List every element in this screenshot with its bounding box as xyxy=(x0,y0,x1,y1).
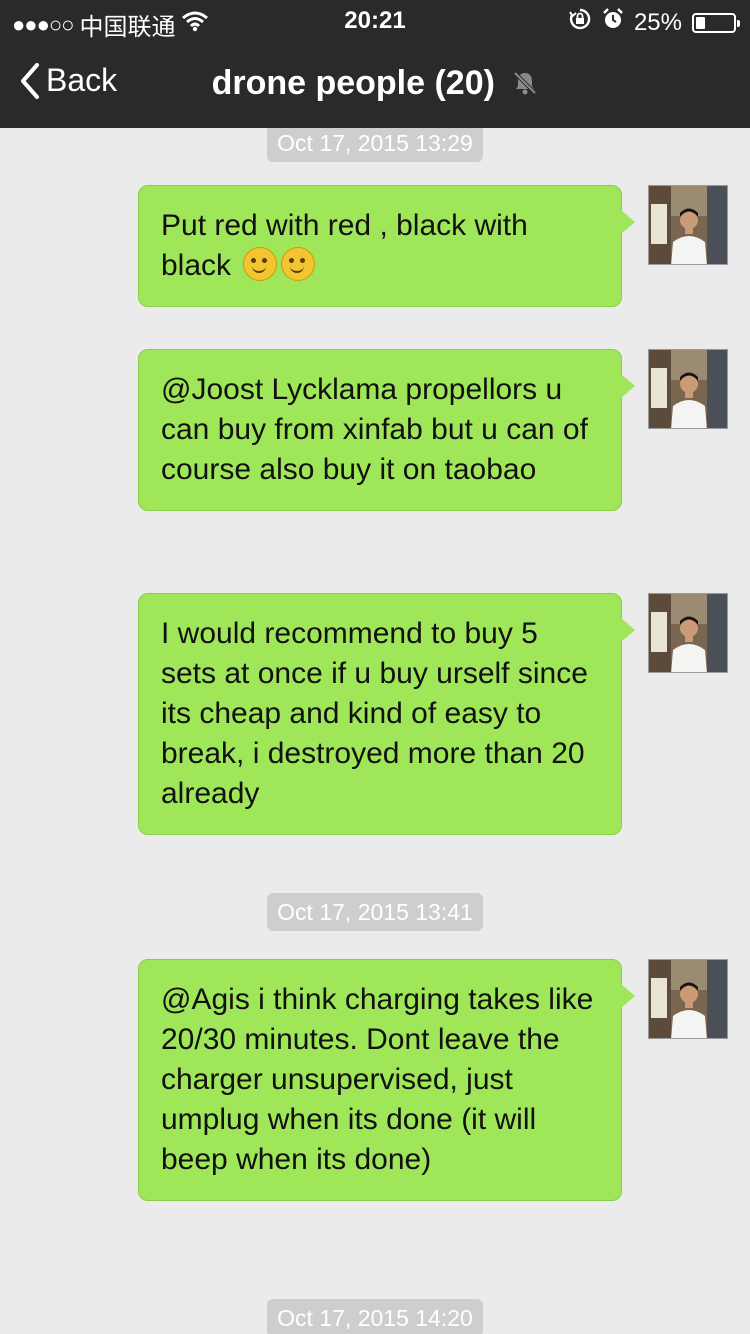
timestamp: Oct 17, 2015 14:20 xyxy=(0,1299,750,1334)
chat-title-text: drone people (20) xyxy=(211,64,495,102)
smile-emoji-icon xyxy=(281,247,316,281)
status-right: 25% xyxy=(568,7,740,38)
person-avatar-icon xyxy=(649,594,727,672)
message-text: Put red with red , black with black xyxy=(161,209,528,282)
timestamp: Oct 17, 2015 13:29 xyxy=(0,128,750,162)
top-bar: ●●●○○ 中国联通 20:21 25% Back drone people (… xyxy=(0,0,750,128)
timestamp-label: Oct 17, 2015 13:29 xyxy=(267,128,483,162)
smile-emoji-icon xyxy=(243,247,278,281)
orientation-lock-icon xyxy=(568,7,592,38)
timestamp-label: Oct 17, 2015 14:20 xyxy=(267,1299,483,1334)
avatar[interactable] xyxy=(648,959,728,1039)
status-bar: ●●●○○ 中国联通 20:21 25% xyxy=(0,0,750,41)
battery-icon xyxy=(692,12,740,33)
mute-bell-icon xyxy=(512,64,538,106)
avatar[interactable] xyxy=(648,349,728,429)
timestamp: Oct 17, 2015 13:41 xyxy=(0,893,750,931)
chat-title: drone people (20) xyxy=(0,62,750,106)
person-avatar-icon xyxy=(649,960,727,1038)
message-text: I would recommend to buy 5 sets at once … xyxy=(161,617,588,810)
message-bubble[interactable]: @Agis i think charging takes like 20/30 … xyxy=(138,959,635,1201)
avatar[interactable] xyxy=(648,185,728,265)
message-bubble[interactable]: I would recommend to buy 5 sets at once … xyxy=(138,593,635,835)
message-bubble[interactable]: @Joost Lycklama propellors u can buy fro… xyxy=(138,349,635,511)
timestamp-label: Oct 17, 2015 13:41 xyxy=(267,893,483,931)
person-avatar-icon xyxy=(649,350,727,428)
battery-percent: 25% xyxy=(633,8,682,36)
battery-level xyxy=(696,16,705,29)
chat-area[interactable]: Oct 17, 2015 13:29 Put red with red , bl… xyxy=(0,128,750,1334)
alarm-icon xyxy=(602,8,624,37)
message-text: @Agis i think charging takes like 20/30 … xyxy=(161,983,594,1176)
avatar[interactable] xyxy=(648,593,728,673)
navigation-bar: Back drone people (20) xyxy=(0,40,750,128)
person-avatar-icon xyxy=(649,186,727,264)
message-text: @Joost Lycklama propellors u can buy fro… xyxy=(161,373,588,486)
message-bubble[interactable]: Put red with red , black with black xyxy=(138,185,635,307)
